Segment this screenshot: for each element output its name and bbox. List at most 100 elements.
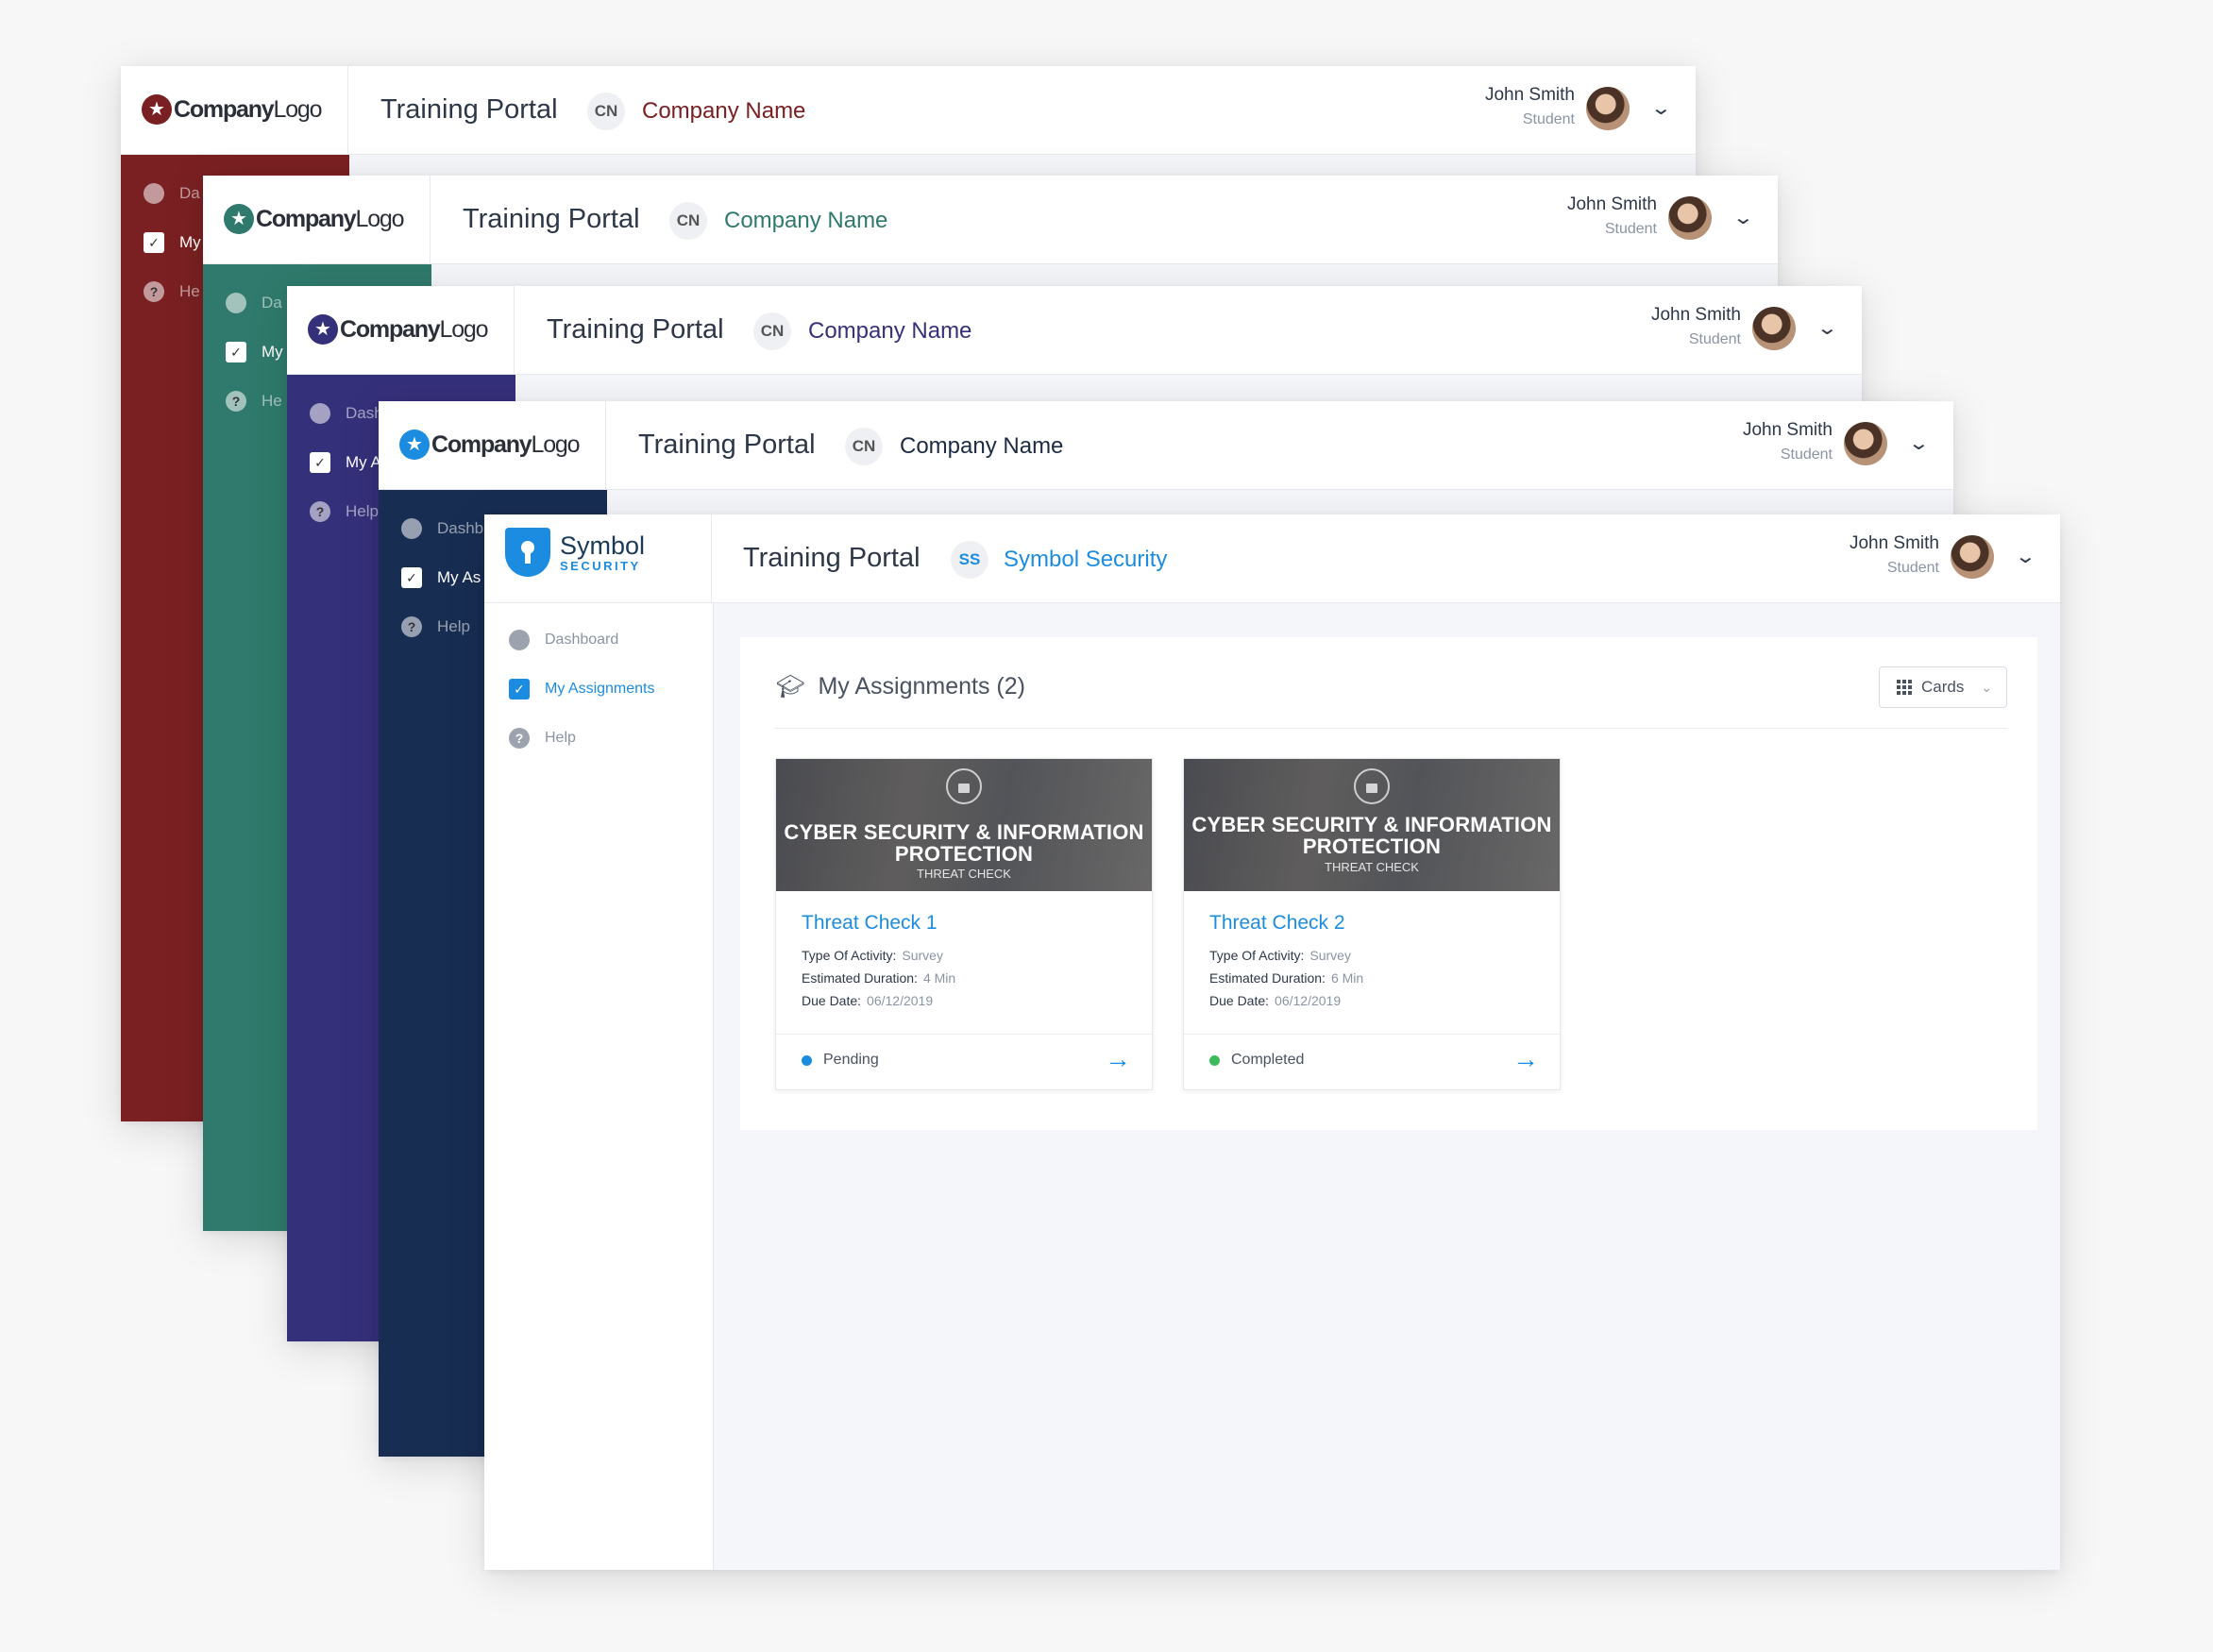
lock-icon [946,768,982,804]
company-logo[interactable]: ★ CompanyLogo [308,311,489,348]
sidebar-item-dashboard[interactable]: Da [226,293,282,313]
card-divider [1184,1034,1560,1035]
chevron-down-icon[interactable]: ⌄ [1908,431,1930,455]
user-info[interactable]: John Smith Student [1651,305,1741,348]
arrow-right-icon[interactable]: → [1512,1044,1539,1074]
avatar[interactable] [1586,87,1630,130]
activity-type: Type Of Activity: Survey [1209,948,1351,963]
chevron-down-icon: ⌄ [1981,679,1993,695]
checkbox-icon: ✓ [509,679,530,700]
star-icon: ★ [142,94,172,125]
sidebar-item-assignments[interactable]: ✓ My [144,232,201,253]
sidebar-item-dashboard[interactable]: Da [144,183,200,204]
sidebar-item-my-assignments[interactable]: ✓ My Assignments [509,679,654,700]
user-role: Student [1522,111,1575,127]
pie-chart-icon [310,403,330,424]
sidebar-item-assignments[interactable]: ✓ My [226,342,283,362]
estimated-duration: Estimated Duration: 4 Min [802,970,956,986]
arrow-right-icon[interactable]: → [1105,1044,1131,1074]
user-info[interactable]: John Smith Student [1743,420,1833,464]
user-role: Student [1688,331,1741,347]
sidebar-item-help[interactable]: ? Help [401,616,470,637]
avatar[interactable] [1752,307,1796,350]
company-name: Company Name [642,98,806,124]
user-name: John Smith [1742,420,1833,440]
header-divider [711,514,712,602]
user-role: Student [1780,447,1833,463]
company-badge: CN [845,428,883,465]
status-badge: Completed [1209,1052,1304,1069]
sidebar-item-assignments[interactable]: ✓ My As [401,567,481,588]
sidebar-item-help[interactable]: ? Help [310,501,379,522]
user-name: John Smith [1849,533,1939,553]
checkbox-icon: ✓ [226,342,246,362]
checkbox-icon: ✓ [144,232,164,253]
chevron-down-icon[interactable]: ⌄ [1650,96,1672,120]
status-dot-icon [1209,1054,1220,1066]
company-name: Symbol Security [1004,547,1168,572]
avatar[interactable] [1951,535,1994,579]
sidebar-item-help[interactable]: ? He [144,281,200,302]
help-icon: ? [509,728,530,749]
sidebar-item-help[interactable]: ? He [226,391,282,412]
card-title[interactable]: Threat Check 1 [802,912,938,935]
sidebar-item-dashboard[interactable]: Dash [310,403,383,424]
symbol-security-logo[interactable]: Symbol SECURITY [505,528,645,577]
assignment-card[interactable]: CYBER SECURITY & INFORMATION PROTECTION … [1183,758,1561,1090]
assignment-card[interactable]: CYBER SECURITY & INFORMATION PROTECTION … [775,758,1153,1090]
company-badge: SS [951,541,988,579]
estimated-duration: Estimated Duration: 6 Min [1209,970,1364,986]
due-date: Due Date: 06/12/2019 [1209,993,1342,1008]
help-icon: ? [144,281,164,302]
user-info[interactable]: John Smith Student [1485,85,1575,128]
user-name: John Smith [1566,194,1657,214]
company-badge: CN [753,312,791,350]
star-icon: ★ [308,314,338,345]
header-divider [430,176,431,263]
company-name: Company Name [724,208,888,233]
chevron-down-icon[interactable]: ⌄ [1816,316,1838,340]
user-role: Student [1604,221,1657,237]
header: ★ CompanyLogo Training Portal CN Company… [379,401,1953,490]
user-name: John Smith [1650,305,1741,325]
checkbox-icon: ✓ [310,452,330,473]
star-icon: ★ [399,430,430,460]
status-dot-icon [802,1054,812,1066]
sidebar-item-help[interactable]: ? Help [509,728,576,749]
card-title[interactable]: Threat Check 2 [1209,912,1345,935]
chevron-down-icon[interactable]: ⌄ [2015,545,2036,568]
header: ★ CompanyLogo Training Portal CN Company… [121,66,1696,155]
company-logo[interactable]: ★ CompanyLogo [399,426,581,464]
company-logo[interactable]: ★ CompanyLogo [142,91,323,128]
shield-keyhole-icon [505,528,550,577]
header: Symbol SECURITY Training Portal SS Symbo… [484,514,2060,603]
header: ★ CompanyLogo Training Portal CN Company… [203,176,1778,264]
sidebar: Dashboard ✓ My Assignments ? Help [484,603,714,1570]
pie-chart-icon [226,293,246,313]
header-divider [514,286,515,374]
star-icon: ★ [224,204,254,234]
avatar[interactable] [1844,422,1887,465]
company-name: Company Name [808,318,972,344]
help-icon: ? [401,616,422,637]
header: ★ CompanyLogo Training Portal CN Company… [287,286,1862,375]
company-badge: CN [587,93,625,130]
sidebar-item-assignments[interactable]: ✓ My A [310,452,381,473]
view-select-dropdown[interactable]: Cards ⌄ [1879,666,2007,708]
avatar[interactable] [1668,196,1712,240]
header-divider [605,401,606,489]
portal-title: Training Portal [380,94,558,125]
pie-chart-icon [509,630,530,650]
company-logo[interactable]: ★ CompanyLogo [224,200,405,238]
activity-type: Type Of Activity: Survey [802,948,943,963]
user-info[interactable]: John Smith Student [1567,194,1657,238]
card-image: CYBER SECURITY & INFORMATION PROTECTION … [1184,759,1560,891]
chevron-down-icon[interactable]: ⌄ [1732,206,1754,229]
user-info[interactable]: John Smith Student [1850,533,1939,577]
portal-title: Training Portal [547,314,724,345]
grid-icon [1897,680,1912,695]
sidebar-item-dashboard[interactable]: Dashboard [509,630,618,650]
lock-icon [1354,768,1390,804]
pie-chart-icon [144,183,164,204]
sidebar-item-dashboard[interactable]: Dashb [401,518,483,539]
